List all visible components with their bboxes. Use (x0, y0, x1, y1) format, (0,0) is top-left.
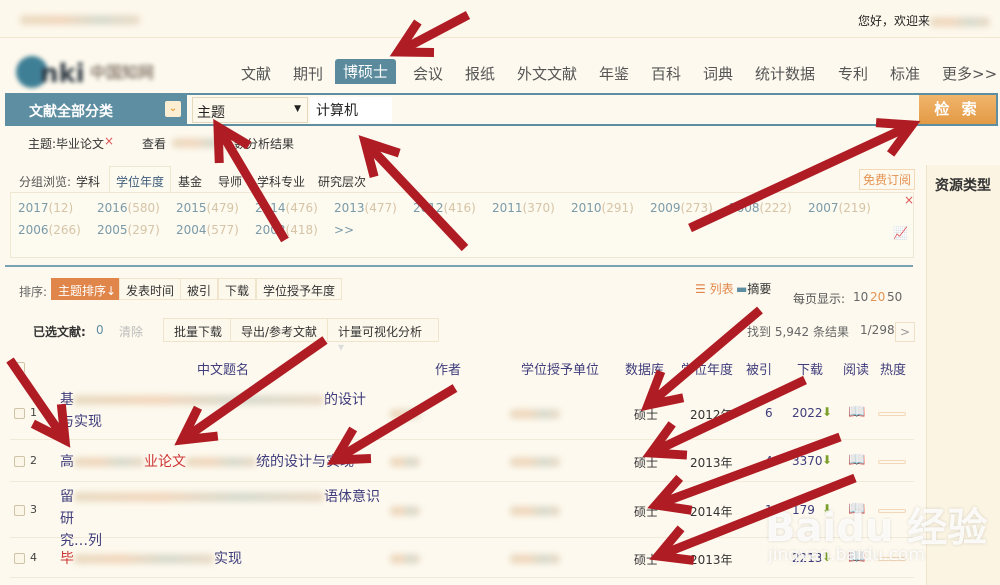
annotation-arrow (326, 384, 458, 465)
annotation-arrow (6, 357, 71, 448)
annotation-arrow (688, 118, 921, 233)
annotation-arrows (6, 11, 921, 565)
annotation-arrow (389, 11, 471, 57)
annotation-arrow (642, 375, 807, 460)
annotation-arrow (640, 306, 763, 412)
annotation-arrow (213, 118, 289, 243)
annotation-arrow (358, 135, 469, 252)
annotation-arrow (174, 336, 328, 446)
